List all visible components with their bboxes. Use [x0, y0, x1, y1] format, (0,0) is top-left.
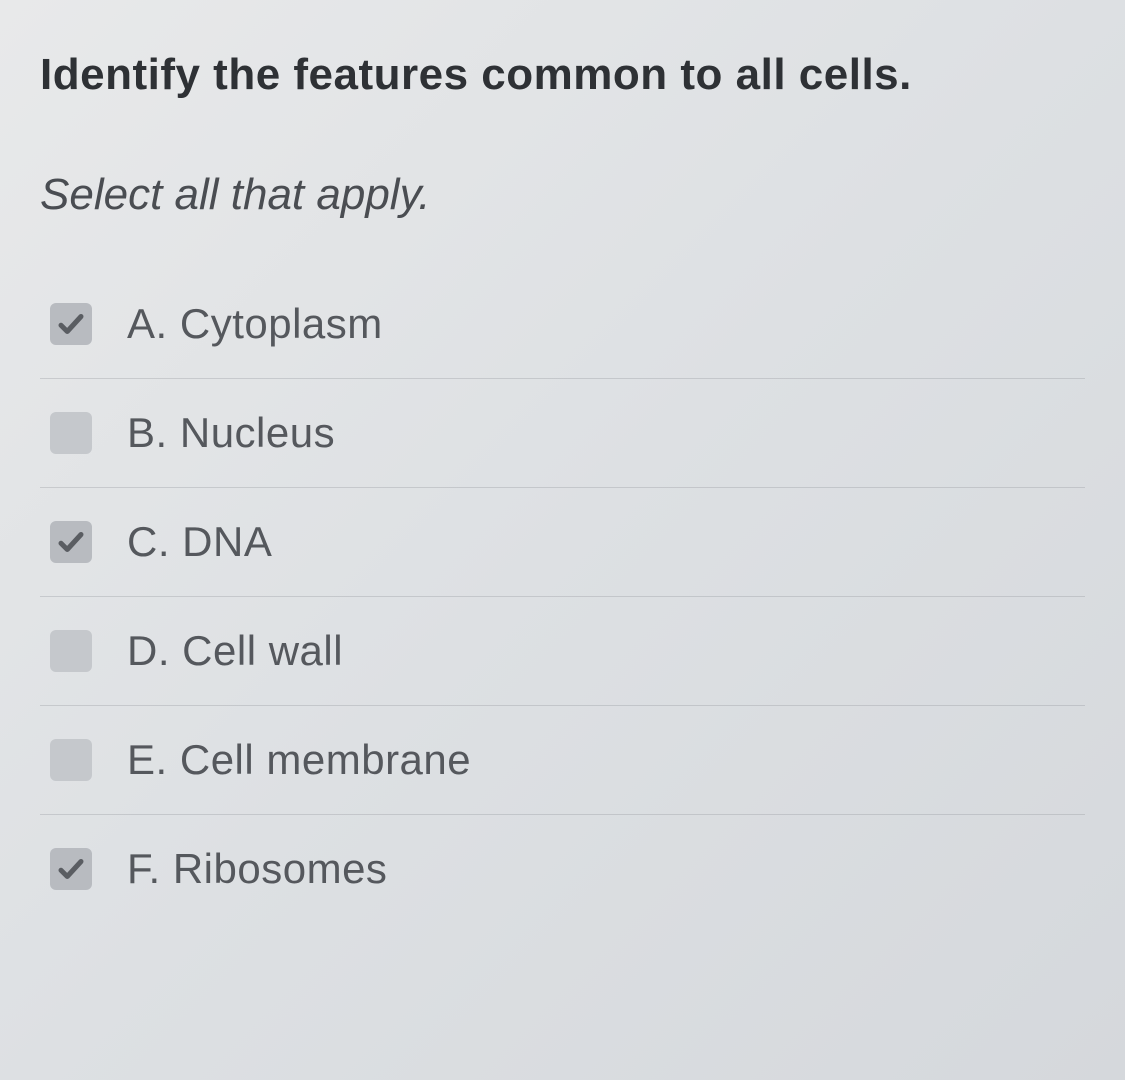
option-row-f[interactable]: F. Ribosomes — [40, 815, 1085, 923]
checkbox-e[interactable] — [50, 739, 92, 781]
option-label-c: C. DNA — [127, 518, 272, 566]
option-row-e[interactable]: E. Cell membrane — [40, 706, 1085, 815]
question-instruction: Select all that apply. — [40, 170, 1085, 220]
question-title: Identify the features common to all cell… — [40, 50, 1085, 100]
option-row-d[interactable]: D. Cell wall — [40, 597, 1085, 706]
option-label-e: E. Cell membrane — [127, 736, 471, 784]
checkbox-d[interactable] — [50, 630, 92, 672]
option-label-d: D. Cell wall — [127, 627, 343, 675]
check-icon — [56, 527, 86, 557]
checkbox-a[interactable] — [50, 303, 92, 345]
option-label-a: A. Cytoplasm — [127, 300, 383, 348]
check-icon — [56, 309, 86, 339]
checkbox-f[interactable] — [50, 848, 92, 890]
option-row-c[interactable]: C. DNA — [40, 488, 1085, 597]
checkbox-c[interactable] — [50, 521, 92, 563]
check-icon — [56, 854, 86, 884]
option-row-a[interactable]: A. Cytoplasm — [40, 270, 1085, 379]
option-label-f: F. Ribosomes — [127, 845, 387, 893]
option-row-b[interactable]: B. Nucleus — [40, 379, 1085, 488]
option-label-b: B. Nucleus — [127, 409, 335, 457]
checkbox-b[interactable] — [50, 412, 92, 454]
options-list: A. Cytoplasm B. Nucleus C. DNA D. Cell w… — [40, 270, 1085, 923]
